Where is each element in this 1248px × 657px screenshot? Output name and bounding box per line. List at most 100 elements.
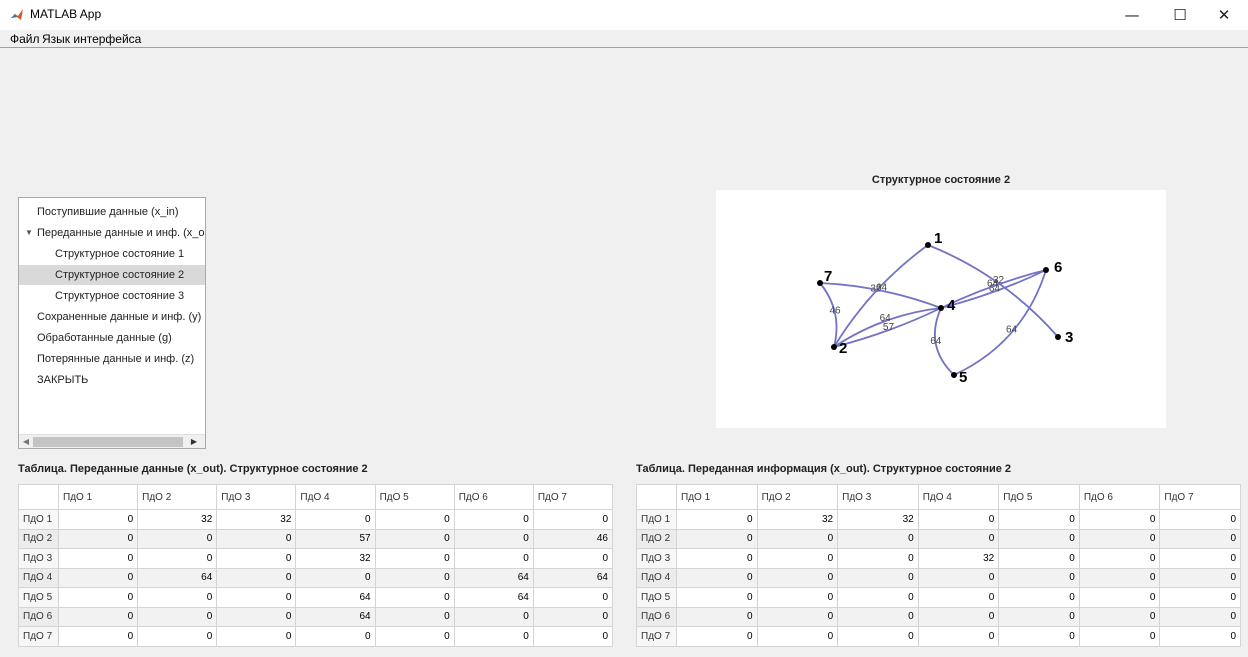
column-header[interactable]: ПдО 3 xyxy=(837,484,919,510)
table-cell[interactable]: 0 xyxy=(453,509,534,530)
menu-file[interactable]: Файл xyxy=(10,32,40,46)
table-cell[interactable]: 0 xyxy=(295,567,376,588)
table-cell[interactable]: 0 xyxy=(453,548,534,569)
table-cell[interactable]: 0 xyxy=(998,567,1080,588)
tree-item[interactable]: ЗАКРЫТЬ xyxy=(19,370,205,390)
table-cell[interactable]: 0 xyxy=(676,626,758,647)
tree-item[interactable]: Структурное состояние 2 xyxy=(19,265,205,285)
table-cell[interactable]: 0 xyxy=(1078,626,1161,647)
row-header[interactable]: ПдО 3 xyxy=(18,548,59,569)
row-header[interactable]: ПдО 7 xyxy=(18,626,59,647)
column-header[interactable]: ПдО 7 xyxy=(1159,484,1241,510)
table-cell[interactable]: 46 xyxy=(532,528,614,549)
table-cell[interactable]: 57 xyxy=(295,528,376,549)
row-header[interactable]: ПдО 7 xyxy=(636,626,677,647)
column-header[interactable]: ПдО 1 xyxy=(676,484,758,510)
table-cell[interactable]: 0 xyxy=(676,587,758,608)
table-cell[interactable]: 0 xyxy=(837,626,919,647)
table-cell[interactable]: 0 xyxy=(1078,548,1161,569)
table-cell[interactable]: 0 xyxy=(837,606,919,627)
table-cell[interactable]: 0 xyxy=(756,548,839,569)
table-cell[interactable]: 0 xyxy=(1159,509,1241,530)
table-cell[interactable]: 32 xyxy=(756,509,839,530)
table-cell[interactable]: 0 xyxy=(1078,509,1161,530)
maximize-button[interactable]: ☐ xyxy=(1158,0,1202,30)
table-cell[interactable]: 0 xyxy=(137,606,218,627)
table-cell[interactable]: 0 xyxy=(374,626,455,647)
table-cell[interactable]: 0 xyxy=(137,548,218,569)
tree-horizontal-scrollbar[interactable]: ◀ ▶ xyxy=(19,434,205,448)
tree-item[interactable]: Структурное состояние 1 xyxy=(19,244,205,264)
table-cell[interactable]: 0 xyxy=(57,509,139,530)
tree-item[interactable]: Поступившие данные (x_in) xyxy=(19,202,205,222)
column-header[interactable]: ПдО 1 xyxy=(57,484,139,510)
scroll-left-icon[interactable]: ◀ xyxy=(21,436,31,448)
row-header[interactable]: ПдО 5 xyxy=(636,587,677,608)
table-cell[interactable]: 0 xyxy=(917,567,1000,588)
table-cell[interactable]: 0 xyxy=(532,587,614,608)
table-cell[interactable]: 0 xyxy=(57,626,139,647)
table-cell[interactable]: 0 xyxy=(1159,567,1241,588)
table-cell[interactable]: 0 xyxy=(216,548,297,569)
column-header[interactable]: ПдО 5 xyxy=(374,484,455,510)
table-cell[interactable]: 0 xyxy=(1159,626,1241,647)
table-cell[interactable]: 64 xyxy=(453,567,534,588)
transmitted-info-table[interactable]: ПдО 1 ПдО 2 ПдО 3 ПдО 4 ПдО 5 ПдО 6 ПдО 7 ПдО 1… xyxy=(636,484,1241,647)
table-cell[interactable]: 0 xyxy=(374,567,455,588)
table-cell[interactable]: 0 xyxy=(998,528,1080,549)
column-header[interactable]: ПдО 2 xyxy=(137,484,218,510)
table-cell[interactable]: 0 xyxy=(374,548,455,569)
table-cell[interactable]: 0 xyxy=(917,528,1000,549)
table-cell[interactable]: 0 xyxy=(57,528,139,549)
row-header[interactable]: ПдО 5 xyxy=(18,587,59,608)
table-cell[interactable]: 0 xyxy=(676,567,758,588)
table-cell[interactable]: 0 xyxy=(917,587,1000,608)
navigation-tree[interactable]: Поступившие данные (x_in) ▼ Переданные дан… xyxy=(18,197,206,449)
table-cell[interactable]: 0 xyxy=(676,548,758,569)
table-cell[interactable]: 0 xyxy=(998,509,1080,530)
table-cell[interactable]: 0 xyxy=(374,587,455,608)
table-cell[interactable]: 0 xyxy=(837,528,919,549)
table-cell[interactable]: 0 xyxy=(1159,606,1241,627)
table-cell[interactable]: 32 xyxy=(837,509,919,530)
minimize-button[interactable]: — xyxy=(1110,0,1154,30)
scrollbar-thumb[interactable] xyxy=(33,437,183,447)
row-header[interactable]: ПдО 2 xyxy=(636,528,677,549)
column-header[interactable]: ПдО 6 xyxy=(1078,484,1161,510)
table-cell[interactable]: 0 xyxy=(998,626,1080,647)
table-cell[interactable]: 0 xyxy=(1159,528,1241,549)
table-cell[interactable]: 0 xyxy=(57,606,139,627)
table-cell[interactable]: 64 xyxy=(295,587,376,608)
table-cell[interactable]: 0 xyxy=(917,509,1000,530)
row-header[interactable]: ПдО 4 xyxy=(18,567,59,588)
table-cell[interactable]: 0 xyxy=(1078,606,1161,627)
table-cell[interactable]: 0 xyxy=(137,528,218,549)
table-cell[interactable]: 0 xyxy=(1078,587,1161,608)
table-cell[interactable]: 0 xyxy=(676,606,758,627)
table-cell[interactable]: 0 xyxy=(756,587,839,608)
table-cell[interactable]: 0 xyxy=(137,626,218,647)
table-cell[interactable]: 0 xyxy=(532,509,614,530)
scroll-right-icon[interactable]: ▶ xyxy=(189,436,199,448)
table-cell[interactable]: 64 xyxy=(137,567,218,588)
table-cell[interactable]: 64 xyxy=(532,567,614,588)
table-cell[interactable]: 0 xyxy=(295,626,376,647)
table-cell[interactable]: 0 xyxy=(998,548,1080,569)
table-cell[interactable]: 0 xyxy=(374,528,455,549)
table-cell[interactable]: 0 xyxy=(57,567,139,588)
table-cell[interactable]: 0 xyxy=(216,626,297,647)
table-cell[interactable]: 0 xyxy=(216,606,297,627)
table-cell[interactable]: 0 xyxy=(57,587,139,608)
table-cell[interactable]: 0 xyxy=(998,587,1080,608)
table-cell[interactable]: 0 xyxy=(676,509,758,530)
table-cell[interactable]: 0 xyxy=(453,606,534,627)
tree-item[interactable]: Структурное состояние 3 xyxy=(19,286,205,306)
table-cell[interactable]: 32 xyxy=(917,548,1000,569)
table-cell[interactable]: 0 xyxy=(532,626,614,647)
table-cell[interactable]: 0 xyxy=(532,606,614,627)
row-header[interactable]: ПдО 6 xyxy=(636,606,677,627)
table-cell[interactable]: 0 xyxy=(57,548,139,569)
table-cell[interactable]: 0 xyxy=(216,528,297,549)
table-cell[interactable]: 0 xyxy=(837,548,919,569)
tree-item[interactable]: ▼ Переданные данные и инф. (x_out) xyxy=(19,223,205,243)
